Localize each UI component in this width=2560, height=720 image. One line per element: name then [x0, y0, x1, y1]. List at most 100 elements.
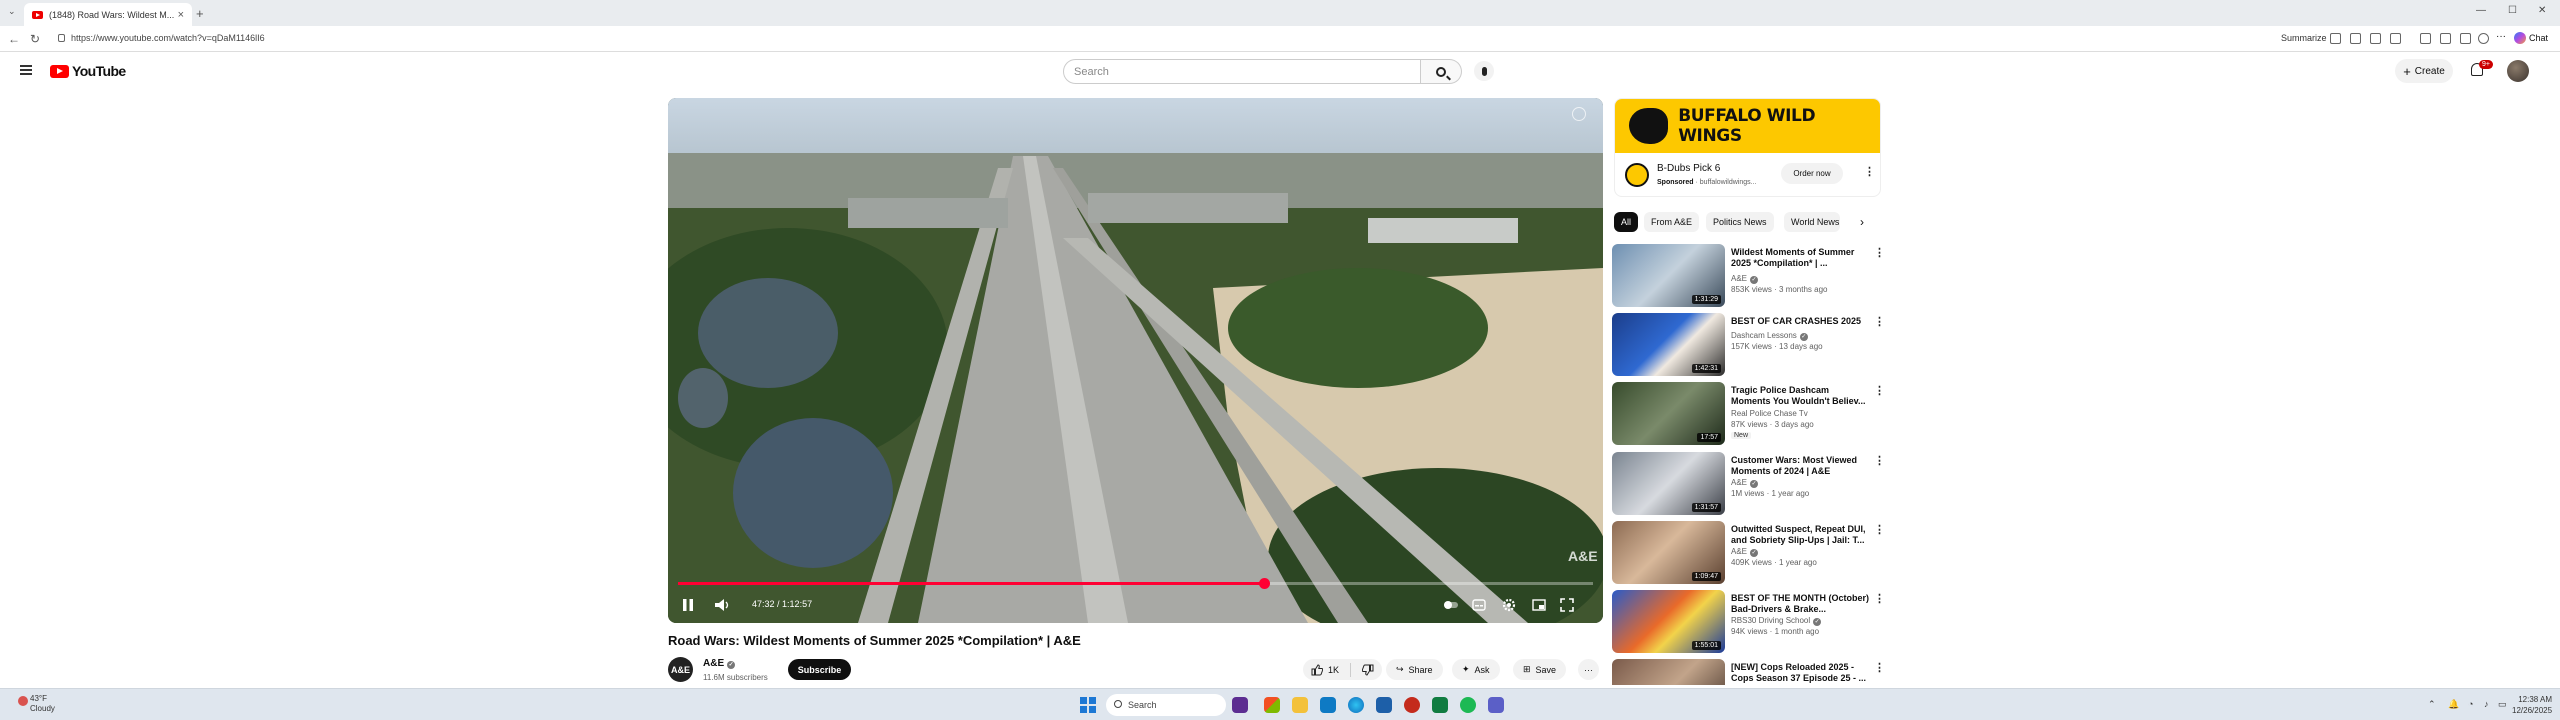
- list-item[interactable]: 1:09:47 Outwitted Suspect, Repeat DUI, a…: [1612, 521, 1885, 585]
- rec-more-icon[interactable]: ⋮: [1874, 661, 1884, 674]
- rec-title[interactable]: BEST OF THE MONTH (October) Bad-Drivers …: [1731, 593, 1871, 615]
- refresh-icon[interactable]: ↻: [30, 32, 40, 46]
- split-screen-icon[interactable]: [2420, 33, 2431, 44]
- rec-title[interactable]: Wildest Moments of Summer 2025 *Compilat…: [1731, 247, 1871, 269]
- video-player[interactable]: A&E 47:32 / 1:12:57: [668, 98, 1603, 623]
- video-thumbnail[interactable]: 1:09:47: [1612, 521, 1725, 584]
- rec-channel[interactable]: RBS30 Driving School ✓: [1731, 616, 1822, 626]
- more-actions-button[interactable]: ···: [1578, 659, 1599, 680]
- list-item[interactable]: 1:55:01 BEST OF THE MONTH (October) Bad-…: [1612, 590, 1885, 654]
- account-avatar[interactable]: [2507, 60, 2529, 82]
- chip-from-ae[interactable]: From A&E: [1644, 212, 1700, 232]
- create-button[interactable]: + Create: [2395, 59, 2453, 83]
- video-thumbnail[interactable]: 1:31:29: [1612, 244, 1725, 307]
- file-explorer-icon[interactable]: [1292, 697, 1308, 713]
- video-thumbnail[interactable]: 17:57: [1612, 382, 1725, 445]
- progress-scrubber[interactable]: [1258, 578, 1270, 589]
- video-info-icon[interactable]: [1572, 107, 1586, 121]
- search-input[interactable]: Search: [1063, 59, 1421, 84]
- sponsored-ad-card[interactable]: BUFFALO WILD WINGS B-Dubs Pick 6 Sponsor…: [1614, 98, 1881, 197]
- spotify-icon[interactable]: [1460, 697, 1476, 713]
- channel-name[interactable]: A&E ✓: [703, 658, 736, 669]
- chrome-icon[interactable]: [1404, 697, 1420, 713]
- ad-banner[interactable]: BUFFALO WILD WINGS: [1615, 99, 1880, 153]
- video-thumbnail[interactable]: 1:42:31: [1612, 313, 1725, 376]
- ad-more-icon[interactable]: ⋮: [1864, 165, 1875, 178]
- rec-channel[interactable]: Real Police Chase Tv: [1731, 409, 1808, 418]
- microsoft-store-icon[interactable]: [1264, 697, 1280, 713]
- new-tab-button[interactable]: +: [196, 6, 204, 21]
- chip-all[interactable]: All: [1614, 212, 1639, 232]
- copilot-button[interactable]: Chat: [2514, 32, 2548, 44]
- subscribe-button[interactable]: Subscribe: [788, 659, 851, 680]
- excel-icon[interactable]: [1432, 697, 1448, 713]
- taskbar-app-icon[interactable]: [1232, 697, 1248, 713]
- list-item[interactable]: [NEW] Cops Reloaded 2025 - Cops Season 3…: [1612, 659, 1884, 685]
- rec-title[interactable]: [NEW] Cops Reloaded 2025 - Cops Season 3…: [1731, 662, 1871, 684]
- summarize-button[interactable]: Summarize: [2281, 33, 2327, 43]
- minimize-icon[interactable]: —: [2476, 5, 2486, 16]
- browser-tab[interactable]: (1848) Road Wars: Wildest M... ×: [24, 3, 192, 26]
- back-icon[interactable]: ←: [8, 32, 20, 46]
- fullscreen-icon[interactable]: [1560, 598, 1574, 612]
- volume-icon[interactable]: [714, 598, 730, 612]
- chips-next-chevron-icon[interactable]: ›: [1860, 215, 1864, 229]
- more-icon[interactable]: ···: [2496, 31, 2507, 42]
- chip-politics-news[interactable]: Politics News: [1706, 212, 1774, 232]
- window-close-icon[interactable]: ✕: [2538, 5, 2546, 16]
- search-button[interactable]: [1421, 59, 1462, 84]
- rec-more-icon[interactable]: ⋮: [1874, 592, 1885, 605]
- rec-title[interactable]: BEST OF CAR CRASHES 2025: [1731, 316, 1871, 327]
- tab-actions-chevron-icon[interactable]: ⌄: [8, 6, 16, 17]
- tray-chevron-icon[interactable]: ⌃: [2428, 699, 2436, 710]
- list-item[interactable]: 1:31:29 Wildest Moments of Summer 2025 *…: [1612, 244, 1885, 308]
- rec-more-icon[interactable]: ⋮: [1874, 246, 1885, 259]
- rec-more-icon[interactable]: ⋮: [1874, 523, 1885, 536]
- channel-avatar[interactable]: A&E: [668, 657, 693, 682]
- autoplay-toggle-icon[interactable]: [1444, 598, 1458, 612]
- video-thumbnail[interactable]: [1612, 659, 1725, 685]
- like-button[interactable]: 1K: [1311, 663, 1339, 676]
- teams-icon[interactable]: [1488, 697, 1504, 713]
- progress-bar[interactable]: [678, 578, 1593, 589]
- list-item[interactable]: 17:57 Tragic Police Dashcam Moments You …: [1612, 382, 1885, 446]
- youtube-logo[interactable]: YouTube: [50, 63, 126, 79]
- voice-search-button[interactable]: [1474, 61, 1494, 81]
- subtitles-icon[interactable]: [1472, 598, 1486, 612]
- extensions-icon[interactable]: [2390, 33, 2401, 44]
- video-thumbnail[interactable]: 1:55:01: [1612, 590, 1725, 653]
- rec-title[interactable]: Tragic Police Dashcam Moments You Wouldn…: [1731, 385, 1871, 407]
- favorites-icon[interactable]: [2440, 33, 2451, 44]
- settings-gear-icon[interactable]: [1502, 598, 1516, 612]
- rec-channel[interactable]: A&E ✓: [1731, 547, 1759, 557]
- rec-more-icon[interactable]: ⋮: [1874, 384, 1885, 397]
- miniplayer-icon[interactable]: [1532, 598, 1546, 612]
- chip-world-news[interactable]: World News: [1784, 212, 1840, 232]
- volume-icon[interactable]: ♪: [2484, 699, 2489, 709]
- pause-icon[interactable]: [682, 598, 694, 612]
- list-item[interactable]: 1:42:31 BEST OF CAR CRASHES 2025 Dashcam…: [1612, 313, 1885, 377]
- list-item[interactable]: 1:31:57 Customer Wars: Most Viewed Momen…: [1612, 452, 1885, 516]
- ask-button[interactable]: ✦ Ask: [1452, 659, 1500, 680]
- rec-title[interactable]: Customer Wars: Most Viewed Moments of 20…: [1731, 455, 1871, 477]
- rec-channel[interactable]: A&E ✓: [1731, 478, 1759, 488]
- save-button[interactable]: ⊞ Save: [1513, 659, 1567, 680]
- share-button[interactable]: ↪ Share: [1386, 659, 1443, 680]
- outlook-icon[interactable]: [1320, 697, 1336, 713]
- tab-close-button[interactable]: ×: [178, 9, 184, 21]
- wifi-icon[interactable]: ◔: [2468, 699, 2473, 709]
- weather-widget[interactable]: 43°F Cloudy: [18, 694, 55, 714]
- system-clock[interactable]: 12:38 AM 12/26/2025: [2512, 694, 2552, 716]
- collections-icon[interactable]: [2460, 33, 2471, 44]
- windows-start-icon[interactable]: [1080, 697, 1096, 713]
- notification-icon[interactable]: 🔔: [2448, 699, 2459, 710]
- rec-title[interactable]: Outwitted Suspect, Repeat DUI, and Sobri…: [1731, 524, 1871, 546]
- video-thumbnail[interactable]: 1:31:57: [1612, 452, 1725, 515]
- rec-channel[interactable]: Dashcam Lessons ✓: [1731, 331, 1808, 341]
- read-aloud-icon[interactable]: [2330, 33, 2341, 44]
- translate-icon[interactable]: [2350, 33, 2361, 44]
- rec-more-icon[interactable]: ⋮: [1874, 315, 1885, 328]
- edge-browser-icon[interactable]: [1348, 697, 1364, 713]
- maximize-icon[interactable]: ☐: [2508, 5, 2517, 16]
- ad-order-now-button[interactable]: Order now: [1781, 163, 1843, 184]
